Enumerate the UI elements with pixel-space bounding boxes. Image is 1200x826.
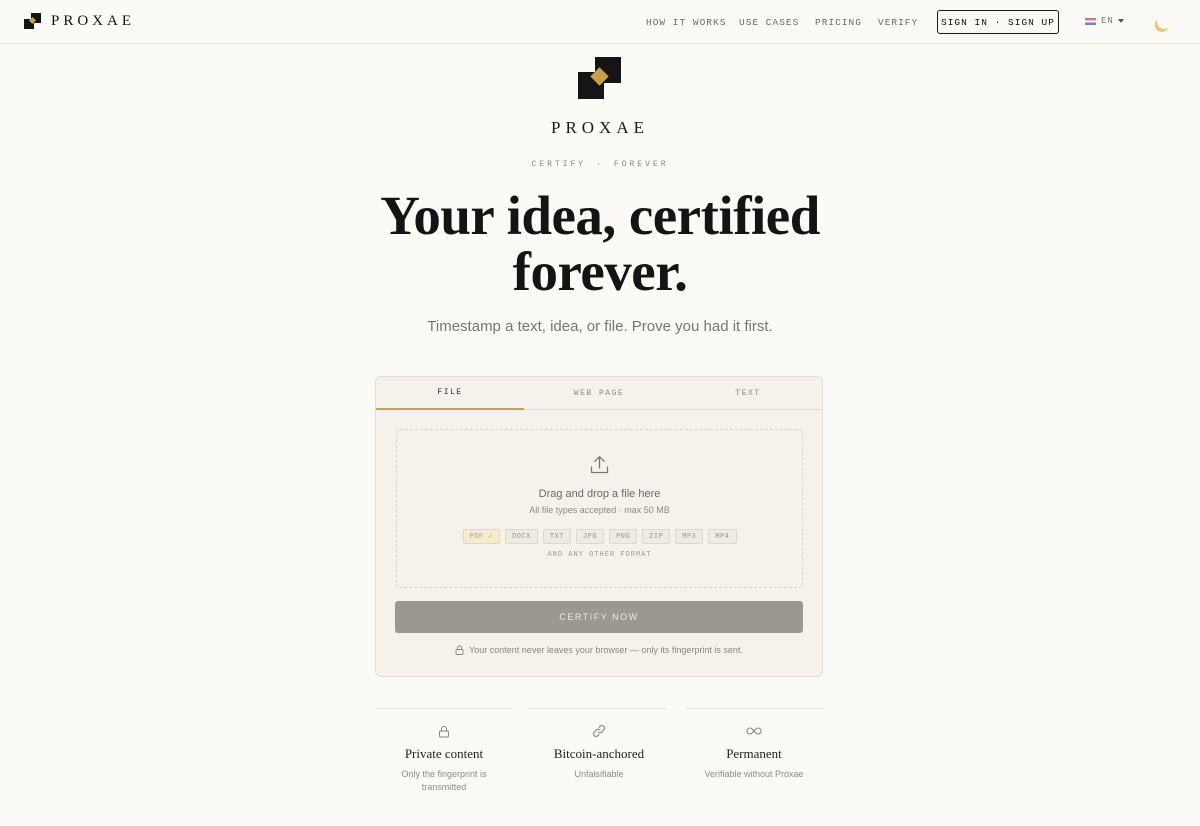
dark-mode-toggle-moon-icon[interactable] [1155,13,1173,31]
drop-zone-title: Drag and drop a file here [538,488,661,500]
sign-in-sign-up-button[interactable]: SIGN IN · SIGN UP [937,10,1059,34]
lock-icon [455,645,464,655]
privacy-note-text: Your content never leaves your browser —… [469,645,743,655]
format-chip-mp3: MP3 [675,529,704,544]
format-chip-jpg: JPG [575,529,605,544]
feature-permanent: Permanent Verifiable without Proxae [664,722,844,781]
eyebrow-certify: CERTIFY [531,160,587,169]
feature-title: Bitcoin-anchored [553,746,645,761]
infinity-icon [664,722,844,740]
file-drop-zone[interactable]: Drag and drop a file here All file types… [396,429,803,588]
privacy-note: Your content never leaves your browser —… [376,645,822,655]
divider [529,708,666,709]
brand-logo-link[interactable]: PROXAE [24,13,135,30]
upload-icon [590,456,609,474]
format-chip-docx: DOCX [505,529,538,544]
hero-logo-icon [578,57,622,100]
headline-line-2: forever. [512,241,688,302]
certify-card: FILE WEB PAGE TEXT Drag and drop a file … [375,376,823,677]
headline-line-1: Your idea, certified [380,185,820,246]
language-label: EN [1101,16,1114,26]
uk-flag-icon [1085,17,1096,25]
chevron-down-icon [1117,19,1124,23]
tab-web-page[interactable]: WEB PAGE [525,377,673,409]
nav-how-it-works[interactable]: HOW IT WORKS [646,17,726,28]
tab-file[interactable]: FILE [376,377,524,410]
format-chips: PDF ✓ DOCX TXT JPG PNG ZIP MP3 MP4 [397,529,802,544]
input-type-tabs: FILE WEB PAGE TEXT [376,377,822,410]
eyebrow-separator: · [596,160,604,169]
proxae-logo-icon [24,13,42,30]
nav-use-cases[interactable]: USE CASES [739,17,799,28]
divider [686,708,823,709]
format-chip-txt: TXT [542,529,571,544]
feature-bitcoin-anchored: Bitcoin-anchored Unfalsifiable [509,722,689,781]
nav-verify[interactable]: VERIFY [878,17,918,28]
lock-icon [354,722,534,740]
feature-title: Private content [404,746,484,761]
feature-description: Only the fingerprint is transmitted [401,769,487,792]
hero-eyebrow: CERTIFY · FOREVER [0,160,1200,169]
tab-text[interactable]: TEXT [674,377,822,409]
brand-name: PROXAE [51,13,136,29]
format-chip-png: PNG [609,529,638,544]
hero-subhead: Timestamp a text, idea, or file. Prove y… [427,318,773,335]
feature-private-content: Private content Only the fingerprint is … [354,722,534,793]
feature-description: Verifiable without Proxae [704,769,804,779]
format-chip-pdf: PDF ✓ [462,529,501,544]
feature-description: Unfalsifiable [574,769,624,779]
hero-brand-name: PROXAE [550,118,649,137]
any-format-note: AND ANY OTHER FORMAT [547,551,652,559]
top-nav-bar: PROXAE HOW IT WORKS USE CASES PRICING VE… [0,0,1200,44]
nav-pricing[interactable]: PRICING [815,17,862,28]
format-chip-mp4: MP4 [708,529,737,544]
eyebrow-forever: FOREVER [613,160,669,169]
language-selector[interactable]: EN [1085,16,1124,26]
format-chip-zip: ZIP [642,529,671,544]
link-icon [509,722,689,740]
divider [376,708,513,709]
feature-title: Permanent [726,746,782,761]
drop-zone-subtitle: All file types accepted · max 50 MB [529,505,670,515]
hero-headline: Your idea, certified forever. [0,188,1200,300]
certify-now-button[interactable]: CERTIFY NOW [395,601,803,633]
